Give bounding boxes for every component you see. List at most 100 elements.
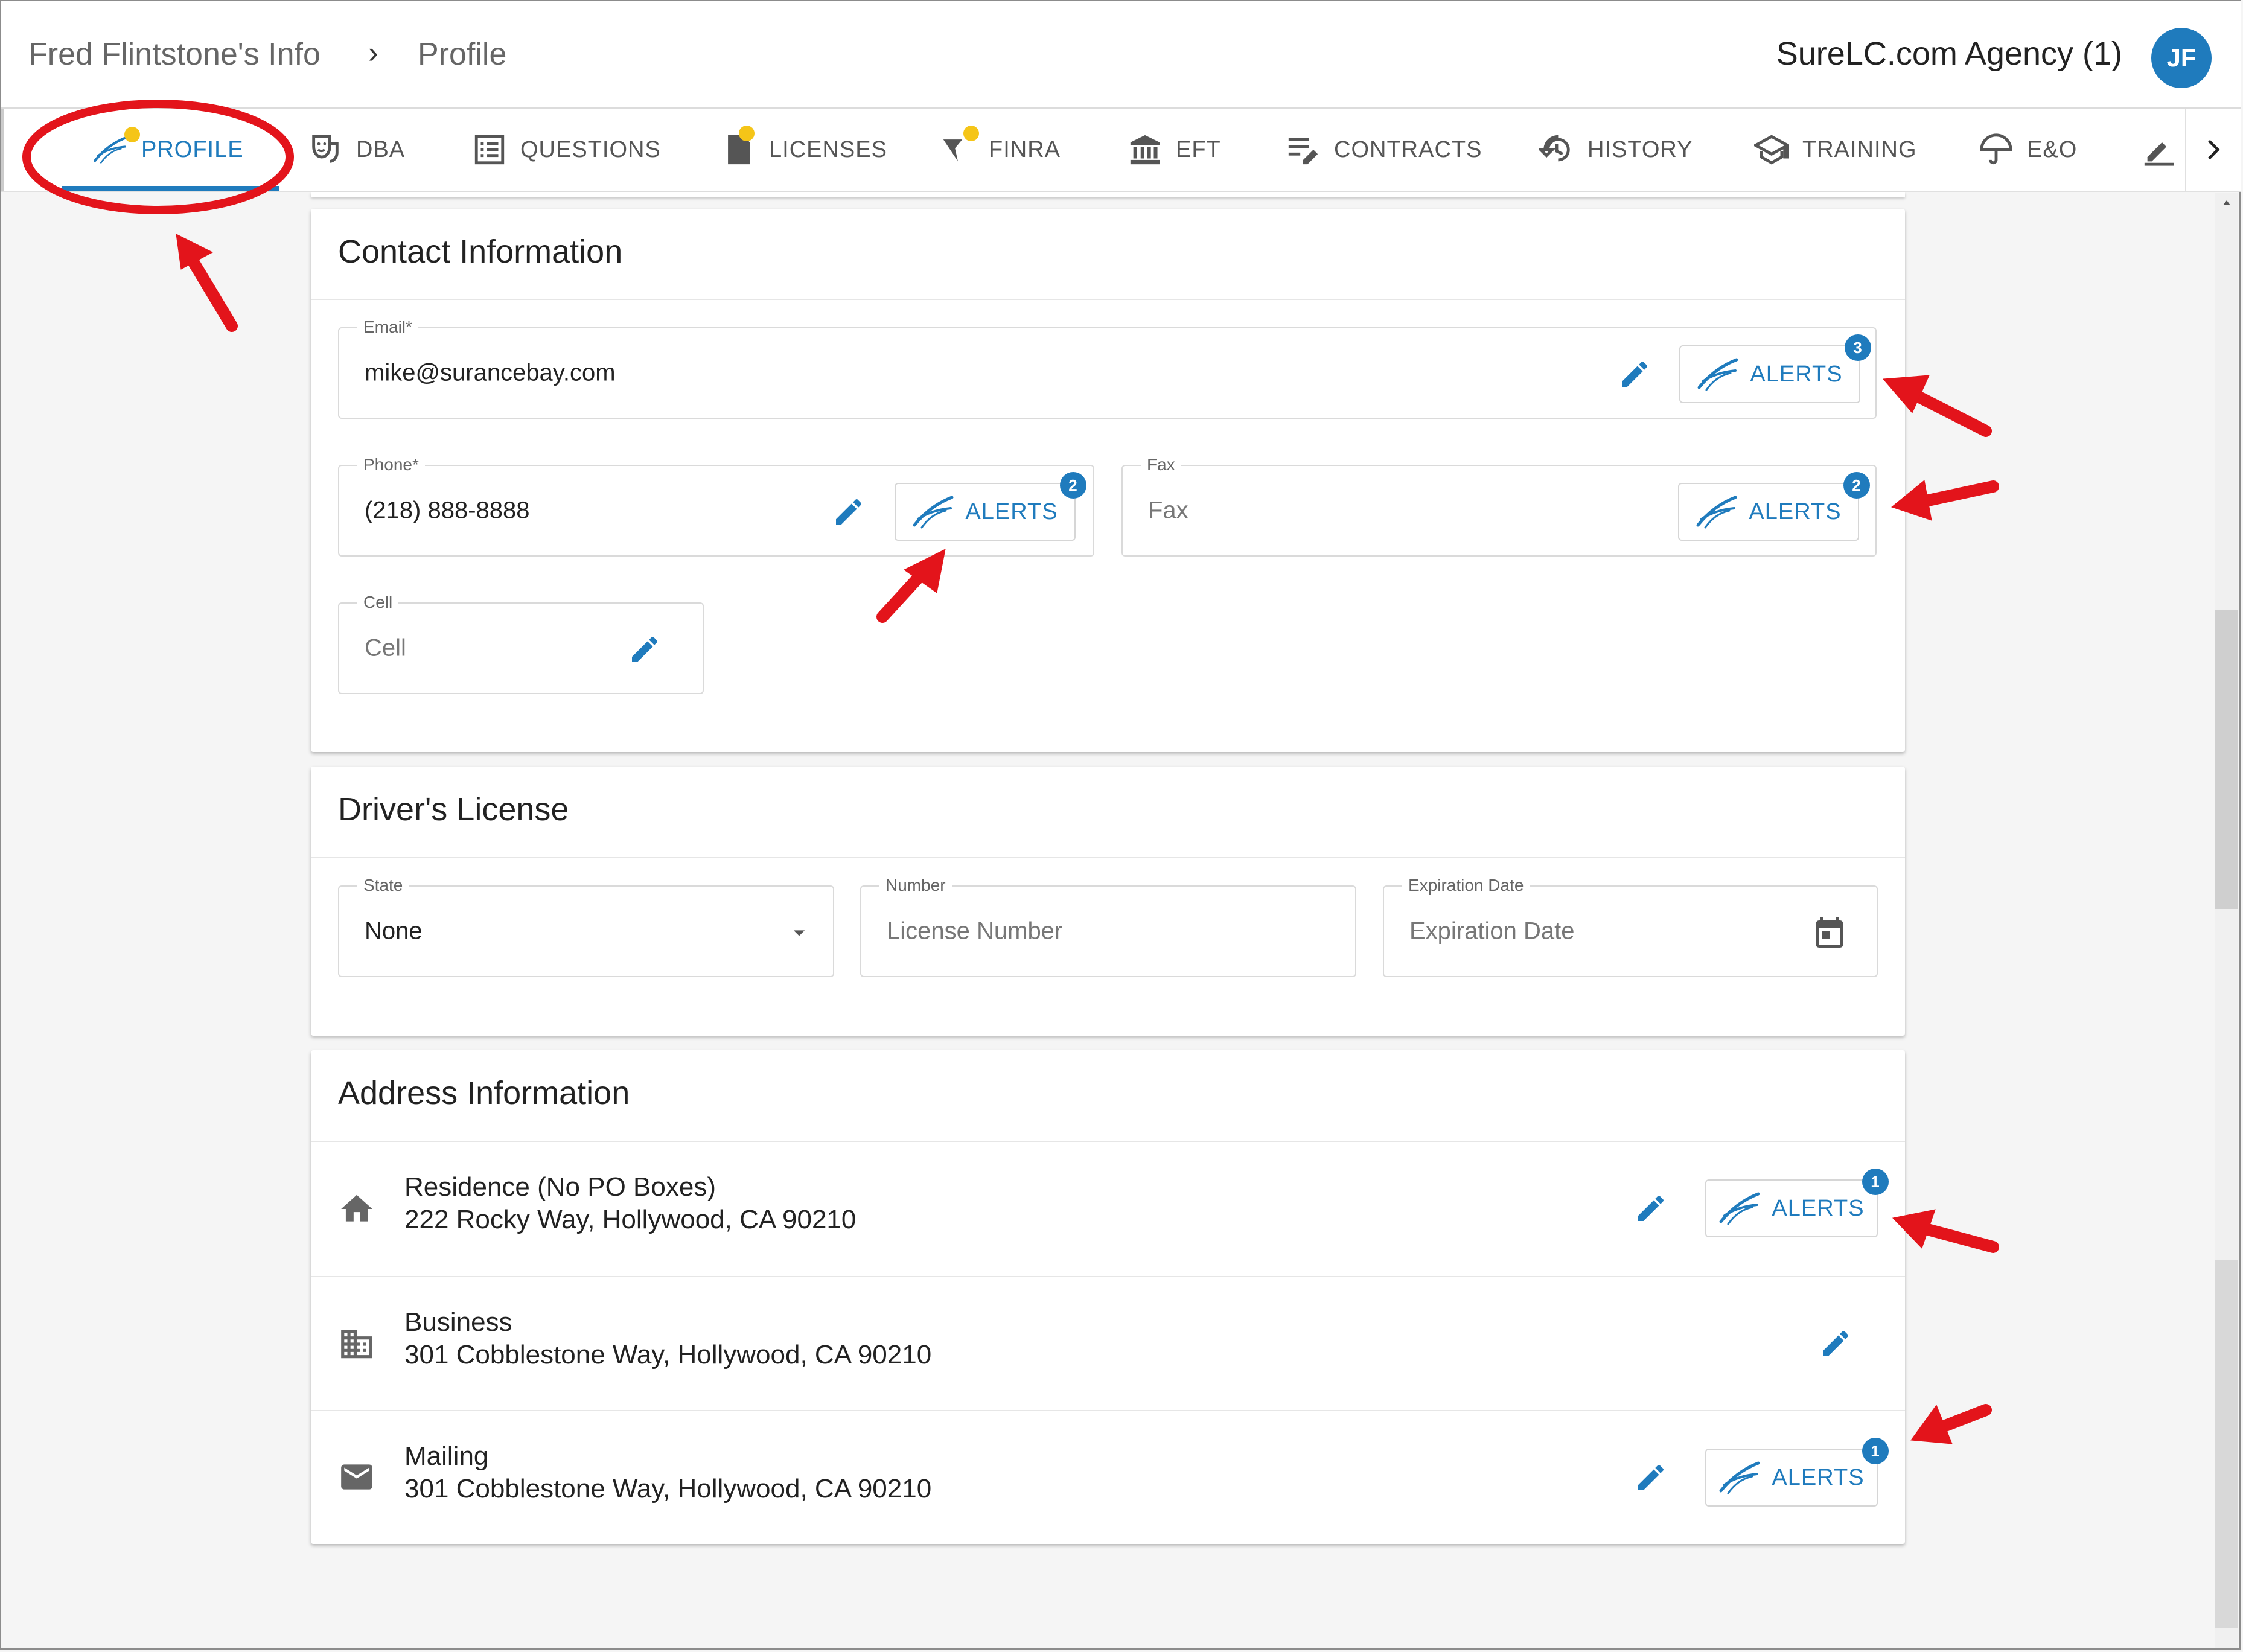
avatar[interactable]: JF xyxy=(2151,28,2212,88)
phone-field[interactable]: Phone* (218) 888-8888 ALERTS 2 xyxy=(338,455,1094,557)
tabs-scroll-right-button[interactable] xyxy=(2185,109,2241,191)
alerts-count-badge: 2 xyxy=(1060,472,1086,499)
tab-label: E&O xyxy=(2027,136,2078,162)
school-icon xyxy=(1754,135,1789,165)
breadcrumb-separator-icon: › xyxy=(368,36,378,69)
tab-bar: PROFILE DBA QUESTIONS LICENSES FINRA EFT… xyxy=(1,109,2241,192)
residence-alerts-button[interactable]: ALERTS 1 xyxy=(1705,1169,1889,1237)
address-type: Business xyxy=(404,1307,512,1337)
tab-label: EFT xyxy=(1176,136,1221,162)
alerts-count-badge: 2 xyxy=(1843,472,1870,499)
edit-pencil-icon[interactable] xyxy=(1634,1191,1668,1225)
home-icon xyxy=(341,1194,372,1222)
pen-icon xyxy=(2144,142,2174,166)
edit-pencil-icon[interactable] xyxy=(1819,1327,1852,1360)
notification-dot xyxy=(963,126,979,141)
email-field[interactable]: Email* mike@surancebay.com ALERTS 3 xyxy=(338,317,1877,419)
fax-field[interactable]: Fax Fax ALERTS 2 xyxy=(1122,455,1877,557)
tab-history[interactable]: HISTORY xyxy=(1539,109,1693,191)
fax-placeholder: Fax xyxy=(1148,497,1189,524)
drivers-license-card: Driver's License State None Number Licen… xyxy=(311,767,1905,1036)
tab-eft[interactable]: EFT xyxy=(1128,109,1221,191)
scroll-up-arrow-icon[interactable] xyxy=(2219,197,2235,209)
tab-label: CONTRACTS xyxy=(1334,136,1482,162)
field-label: Expiration Date xyxy=(1402,876,1530,895)
edit-pencil-icon[interactable] xyxy=(1634,1461,1668,1494)
list-icon xyxy=(474,135,505,165)
tab-label: PROFILE xyxy=(141,136,244,162)
tab-dba[interactable]: DBA xyxy=(308,109,405,191)
tab-profile[interactable]: PROFILE xyxy=(93,109,244,191)
cell-field[interactable]: Cell Cell xyxy=(338,593,704,694)
alerts-count-badge: 1 xyxy=(1862,1169,1889,1195)
expiration-date-placeholder: Expiration Date xyxy=(1409,917,1575,945)
umbrella-icon xyxy=(1980,133,2012,165)
fax-alerts-button[interactable]: ALERTS 2 xyxy=(1678,472,1870,541)
agency-name[interactable]: SureLC.com Agency (1) xyxy=(1776,35,2122,72)
tab-licenses[interactable]: LICENSES xyxy=(721,109,887,191)
phone-alerts-button[interactable]: ALERTS 2 xyxy=(895,472,1086,541)
cell-placeholder: Cell xyxy=(365,634,406,662)
phone-value: (218) 888-8888 xyxy=(365,497,530,524)
license-number-field[interactable]: Number License Number xyxy=(860,876,1356,977)
state-value: None xyxy=(365,917,423,945)
address-type: Mailing xyxy=(404,1441,489,1471)
tab-finra[interactable]: FINRA xyxy=(940,109,1061,191)
bank-icon xyxy=(1130,135,1160,165)
tab-label: TRAINING xyxy=(1802,136,1917,162)
edit-pencil-icon[interactable] xyxy=(832,495,866,529)
card-title: Contact Information xyxy=(338,234,623,270)
surelc-swoosh-icon xyxy=(1718,1461,1761,1494)
edit-pencil-icon[interactable] xyxy=(628,633,662,666)
tab-label: FINRA xyxy=(989,136,1061,162)
mail-icon xyxy=(341,1464,372,1490)
tab-training[interactable]: TRAINING xyxy=(1754,109,1917,191)
field-label: Phone* xyxy=(357,455,425,474)
field-label: Email* xyxy=(357,317,418,337)
scrollbar-thumb[interactable] xyxy=(2215,610,2238,909)
active-tab-indicator xyxy=(62,186,279,191)
address-row-residence[interactable]: Residence (No PO Boxes) 222 Rocky Way, H… xyxy=(311,1142,1905,1276)
tab-questions[interactable]: QUESTIONS xyxy=(472,109,661,191)
surelc-swoosh-icon xyxy=(1718,1191,1761,1225)
mailing-alerts-button[interactable]: ALERTS 1 xyxy=(1705,1438,1889,1507)
address-type: Residence (No PO Boxes) xyxy=(404,1172,716,1202)
calendar-icon[interactable] xyxy=(1811,914,1848,951)
notification-dot xyxy=(739,126,755,141)
divider xyxy=(311,299,1905,300)
tab-label: QUESTIONS xyxy=(520,136,661,162)
app-header: Fred Flintstone's Info › Profile SureLC.… xyxy=(1,1,2241,109)
state-select[interactable]: State None xyxy=(338,876,834,977)
address-row-business[interactable]: Business 301 Cobblestone Way, Hollywood,… xyxy=(311,1277,1905,1411)
tab-overflow-partial[interactable] xyxy=(2142,109,2190,191)
tab-label: HISTORY xyxy=(1587,136,1693,162)
alerts-label: ALERTS xyxy=(1772,1195,1865,1221)
email-alerts-button[interactable]: ALERTS 3 xyxy=(1679,334,1871,403)
alerts-label: ALERTS xyxy=(1749,499,1842,525)
tab-contracts[interactable]: CONTRACTS xyxy=(1286,109,1482,191)
field-label: State xyxy=(357,876,409,895)
surelc-swoosh-icon xyxy=(1696,495,1738,529)
scrollbar-thumb-outer[interactable] xyxy=(2215,1260,2238,1628)
breadcrumb-parent[interactable]: Fred Flintstone's Info xyxy=(28,36,321,72)
history-icon xyxy=(1539,135,1570,162)
address-information-card: Address Information Residence (No PO Box… xyxy=(311,1050,1905,1544)
edit-list-icon xyxy=(1288,138,1318,165)
edit-pencil-icon[interactable] xyxy=(1618,357,1651,391)
alerts-label: ALERTS xyxy=(1750,361,1843,387)
expiration-date-field[interactable]: Expiration Date Expiration Date xyxy=(1383,876,1878,977)
alerts-label: ALERTS xyxy=(965,499,1058,525)
alerts-count-badge: 3 xyxy=(1845,334,1871,361)
license-number-placeholder: License Number xyxy=(887,917,1063,945)
dropdown-arrow-icon xyxy=(793,930,805,936)
address-row-mailing[interactable]: Mailing 301 Cobblestone Way, Hollywood, … xyxy=(311,1411,1905,1545)
alerts-label: ALERTS xyxy=(1772,1464,1865,1490)
email-value: mike@surancebay.com xyxy=(365,359,616,386)
surelc-swoosh-icon xyxy=(93,132,128,167)
notification-dot xyxy=(124,127,140,142)
field-label: Fax xyxy=(1141,455,1181,474)
divider xyxy=(311,857,1905,858)
tab-eo[interactable]: E&O xyxy=(1979,109,2077,191)
surelc-swoosh-icon xyxy=(912,495,954,529)
breadcrumb-current: Profile xyxy=(418,37,507,72)
